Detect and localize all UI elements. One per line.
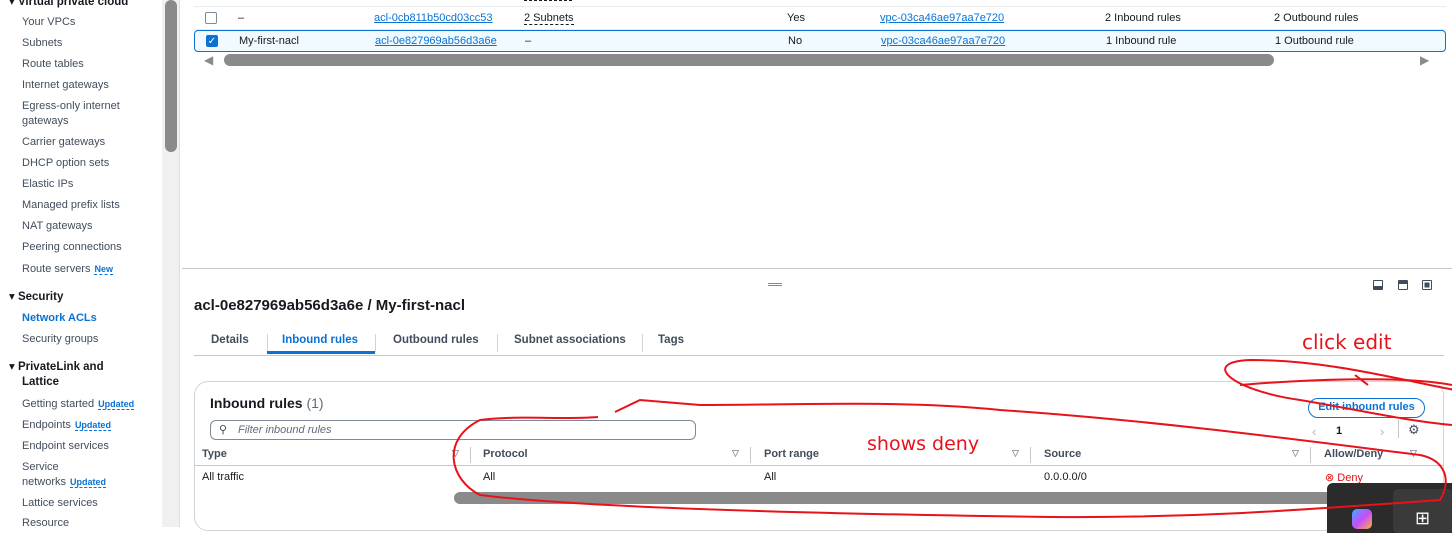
annotation-layer: click edit shows deny	[452, 330, 1452, 519]
annotation-click-edit: click edit	[1302, 330, 1392, 354]
annotation-shows-deny: shows deny	[867, 433, 979, 455]
annotation-loop-edit	[1224, 358, 1452, 426]
